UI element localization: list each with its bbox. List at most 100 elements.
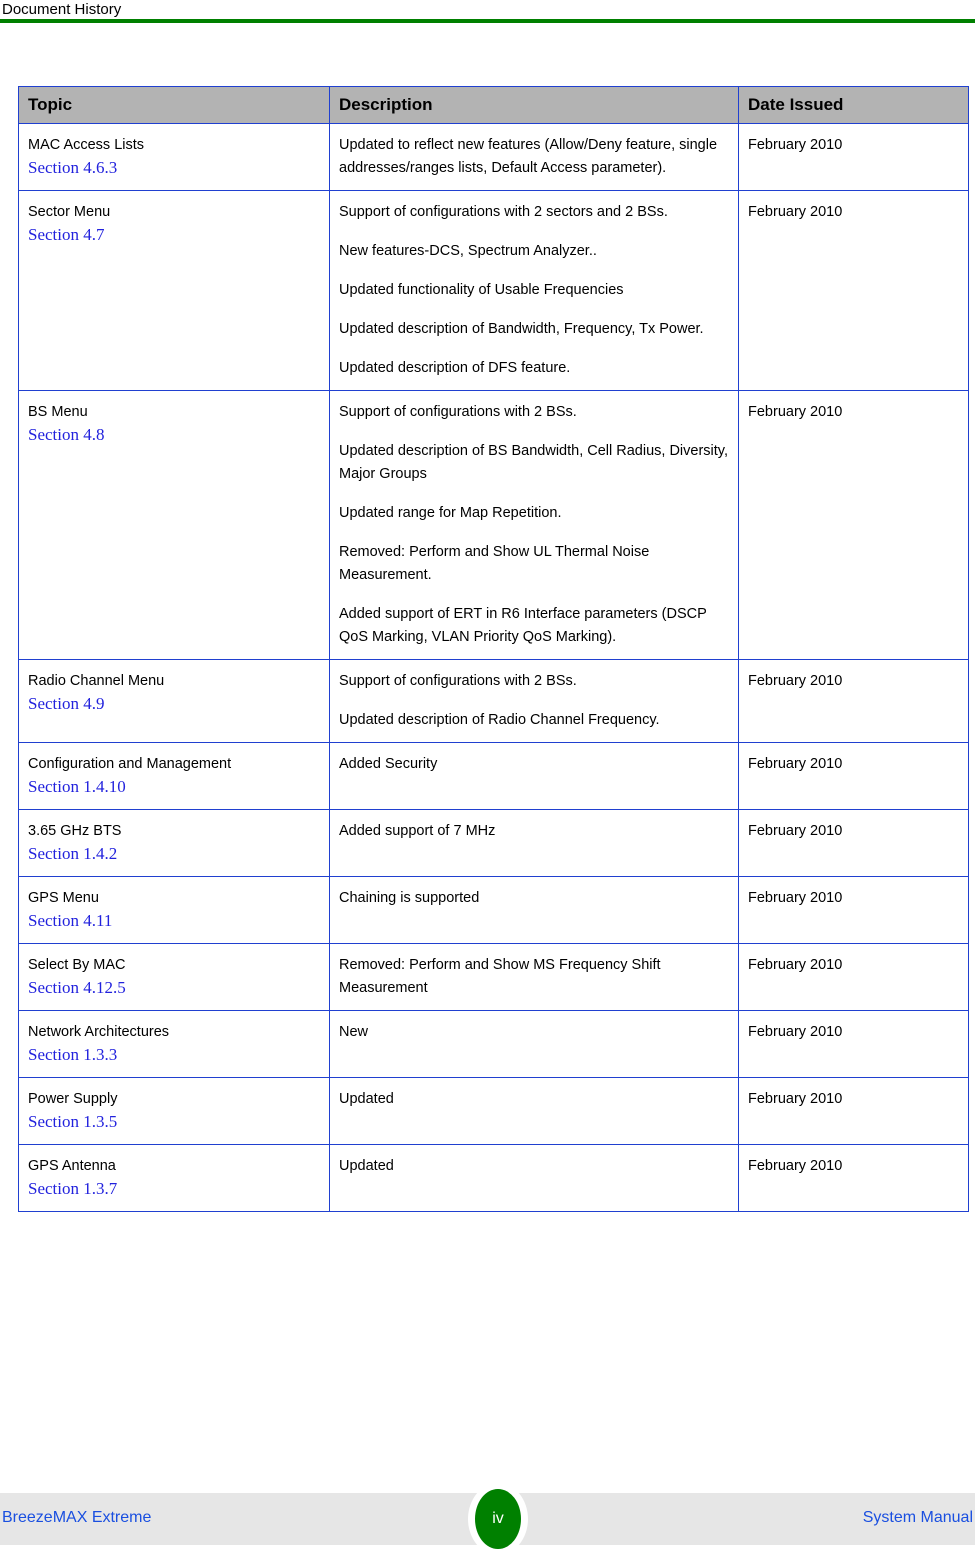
cell-description: Updated <box>329 1077 739 1145</box>
section-link[interactable]: Section 4.8 <box>28 423 320 447</box>
description-paragraph: Updated description of BS Bandwidth, Cel… <box>339 443 729 482</box>
section-link[interactable]: Section 4.11 <box>28 909 320 933</box>
description-paragraph: Updated description of Bandwidth, Freque… <box>339 321 704 337</box>
table-row: Radio Channel Menu Section 4.9 Support of … <box>18 659 969 743</box>
section-link[interactable]: Section 1.3.3 <box>28 1043 320 1067</box>
cell-date-issued: February 2010 <box>738 1144 969 1212</box>
cell-description: Removed: Perform and Show MS Frequency S… <box>329 943 739 1011</box>
description-paragraph: Added support of 7 MHz <box>339 823 496 839</box>
topic-title: Network Architectures <box>28 1024 170 1040</box>
running-header-title: Document History <box>2 1 122 18</box>
topic-title: Radio Channel Menu <box>28 673 165 689</box>
cell-description: Updated to reflect new features (Allow/D… <box>329 123 739 191</box>
cell-description: Updated <box>329 1144 739 1212</box>
description-paragraph: Support of configurations with 2 BSs. <box>339 673 577 689</box>
document-history-table: Topic Description Date Issued MAC Access… <box>18 86 969 1212</box>
description-paragraph: Chaining is supported <box>339 890 480 906</box>
cell-description: Support of configurations with 2 BSs. Upd… <box>329 659 739 743</box>
description-paragraph: Support of configurations with 2 sectors… <box>339 204 668 220</box>
table-row: Power Supply Section 1.3.5 Updated February… <box>18 1077 969 1145</box>
cell-date-issued: February 2010 <box>738 876 969 944</box>
cell-description: Added Security <box>329 742 739 810</box>
table-row: GPS Antenna Section 1.3.7 Updated February … <box>18 1144 969 1212</box>
cell-date-issued: February 2010 <box>738 1010 969 1078</box>
header-rule-divider <box>0 19 975 23</box>
page-running-header: Document History <box>0 0 975 23</box>
description-paragraph: Support of configurations with 2 BSs. <box>339 404 577 420</box>
table-body: MAC Access Lists Section 4.6.3 Updated to … <box>18 123 969 1212</box>
description-paragraph: Updated description of Radio Channel Fre… <box>339 712 660 728</box>
topic-title: GPS Menu <box>28 890 99 906</box>
topic-title: MAC Access Lists <box>28 137 145 153</box>
description-paragraph: Added support of ERT in R6 Interface par… <box>339 606 707 645</box>
section-link[interactable]: Section 4.7 <box>28 223 320 247</box>
cell-date-issued: February 2010 <box>738 809 969 877</box>
table-row: Select By MAC Section 4.12.5 Removed: Perf… <box>18 943 969 1011</box>
cell-topic: Radio Channel Menu Section 4.9 <box>18 659 330 743</box>
cell-description: New <box>329 1010 739 1078</box>
cell-date-issued: February 2010 <box>738 659 969 743</box>
description-paragraph: Updated <box>339 1158 394 1174</box>
cell-date-issued: February 2010 <box>738 123 969 191</box>
table-row: 3.65 GHz BTS Section 1.4.2 Added support o… <box>18 809 969 877</box>
cell-date-issued: February 2010 <box>738 190 969 391</box>
section-link[interactable]: Section 1.4.10 <box>28 775 320 799</box>
table-row: MAC Access Lists Section 4.6.3 Updated to … <box>18 123 969 191</box>
description-paragraph: Removed: Perform and Show MS Frequency S… <box>339 957 661 996</box>
table-row: Sector Menu Section 4.7 Support of configu… <box>18 190 969 391</box>
cell-topic: 3.65 GHz BTS Section 1.4.2 <box>18 809 330 877</box>
cell-topic: GPS Menu Section 4.11 <box>18 876 330 944</box>
cell-topic: Configuration and Management Section 1.4.… <box>18 742 330 810</box>
cell-topic: BS Menu Section 4.8 <box>18 390 330 660</box>
section-link[interactable]: Section 4.9 <box>28 692 320 716</box>
table-header-row: Topic Description Date Issued <box>18 86 969 124</box>
description-paragraph: Updated range for Map Repetition. <box>339 505 562 521</box>
section-link[interactable]: Section 4.12.5 <box>28 976 320 1000</box>
description-paragraph: Removed: Perform and Show UL Thermal Noi… <box>339 544 650 583</box>
topic-title: 3.65 GHz BTS <box>28 823 122 839</box>
section-link[interactable]: Section 4.6.3 <box>28 156 320 180</box>
table-row: Network Architectures Section 1.3.3 New Feb… <box>18 1010 969 1078</box>
table-header: Topic Description Date Issued <box>18 86 969 124</box>
topic-title: BS Menu <box>28 404 88 420</box>
cell-description: Chaining is supported <box>329 876 739 944</box>
cell-topic: Power Supply Section 1.3.5 <box>18 1077 330 1145</box>
description-paragraph: Updated functionality of Usable Frequenc… <box>339 282 624 298</box>
cell-topic: MAC Access Lists Section 4.6.3 <box>18 123 330 191</box>
description-paragraph: Updated <box>339 1091 394 1107</box>
description-paragraph: New features-DCS, Spectrum Analyzer.. <box>339 243 597 259</box>
cell-description: Support of configurations with 2 BSs. Upd… <box>329 390 739 660</box>
topic-title: GPS Antenna <box>28 1158 116 1174</box>
section-link[interactable]: Section 1.4.2 <box>28 842 320 866</box>
footer-product-name: BreezeMAX Extreme <box>2 1509 152 1526</box>
page-number-badge: iv <box>475 1489 521 1549</box>
cell-date-issued: February 2010 <box>738 943 969 1011</box>
document-body: Topic Description Date Issued MAC Access… <box>0 86 975 1212</box>
topic-title: Configuration and Management <box>28 756 232 772</box>
column-header-description: Description <box>329 86 739 124</box>
cell-topic: GPS Antenna Section 1.3.7 <box>18 1144 330 1212</box>
page-footer: BreezeMAX Extreme iv System Manual <box>0 1483 975 1555</box>
description-paragraph: Updated to reflect new features (Allow/D… <box>339 137 718 176</box>
cell-topic: Select By MAC Section 4.12.5 <box>18 943 330 1011</box>
cell-topic: Network Architectures Section 1.3.3 <box>18 1010 330 1078</box>
topic-title: Power Supply <box>28 1091 118 1107</box>
footer-manual-name: System Manual <box>862 1509 973 1526</box>
description-paragraph: New <box>339 1024 369 1040</box>
table-row: Configuration and Management Section 1.4.… <box>18 742 969 810</box>
description-paragraph: Added Security <box>339 756 438 772</box>
section-link[interactable]: Section 1.3.7 <box>28 1177 320 1201</box>
cell-date-issued: February 2010 <box>738 742 969 810</box>
cell-description: Added support of 7 MHz <box>329 809 739 877</box>
section-link[interactable]: Section 1.3.5 <box>28 1110 320 1134</box>
topic-title: Select By MAC <box>28 957 126 973</box>
cell-date-issued: February 2010 <box>738 1077 969 1145</box>
cell-topic: Sector Menu Section 4.7 <box>18 190 330 391</box>
table-row: BS Menu Section 4.8 Support of configurati… <box>18 390 969 660</box>
column-header-topic: Topic <box>18 86 330 124</box>
cell-date-issued: February 2010 <box>738 390 969 660</box>
cell-description: Support of configurations with 2 sectors… <box>329 190 739 391</box>
table-row: GPS Menu Section 4.11 Chaining is supporte… <box>18 876 969 944</box>
topic-title: Sector Menu <box>28 204 111 220</box>
column-header-date-issued: Date Issued <box>738 86 969 124</box>
